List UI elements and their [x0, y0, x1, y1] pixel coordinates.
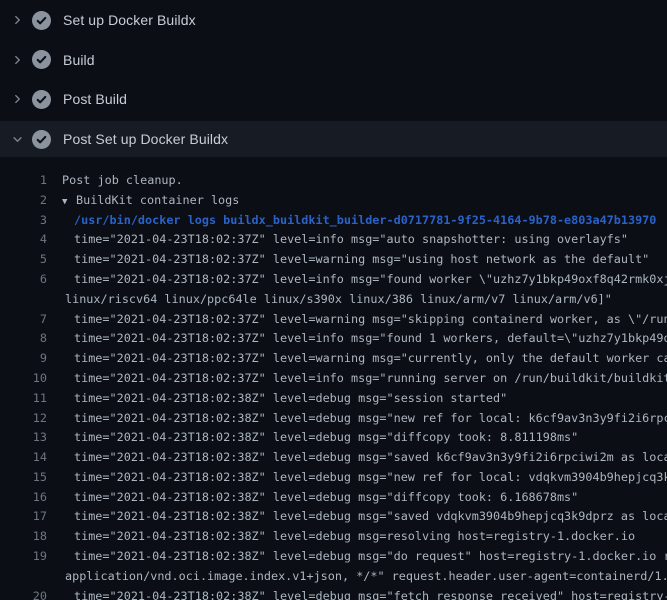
log-line-text: time="2021-04-23T18:02:38Z" level=debug …	[47, 409, 667, 429]
step-label: Set up Docker Buildx	[63, 12, 196, 28]
log-line-number[interactable]: 7	[0, 310, 47, 330]
log-line-text: time="2021-04-23T18:02:38Z" level=debug …	[47, 527, 635, 547]
log-pane: 1 Post job cleanup. 2 ▼BuildKit containe…	[0, 157, 667, 600]
log-line: 4 time="2021-04-23T18:02:37Z" level=info…	[0, 230, 667, 250]
chevron-down-icon[interactable]	[12, 133, 23, 145]
log-line-number[interactable]: 19	[0, 547, 47, 567]
log-line-number[interactable]: 17	[0, 507, 47, 527]
log-line: 3 /usr/bin/docker logs buildx_buildkit_b…	[0, 211, 667, 231]
log-line-number[interactable]	[0, 290, 47, 310]
log-line-number[interactable]: 1	[0, 171, 47, 191]
log-line-number[interactable]: 4	[0, 230, 47, 250]
log-line: 16 time="2021-04-23T18:02:38Z" level=deb…	[0, 488, 667, 508]
check-circle-icon	[32, 50, 51, 69]
log-line-number[interactable]: 12	[0, 409, 47, 429]
check-circle-icon	[32, 90, 51, 109]
log-line: 6 time="2021-04-23T18:02:37Z" level=info…	[0, 270, 667, 290]
log-line: 13 time="2021-04-23T18:02:38Z" level=deb…	[0, 428, 667, 448]
log-line: 20 time="2021-04-23T18:02:38Z" level=deb…	[0, 587, 667, 600]
actions-log-viewer: Set up Docker Buildx Build Post Build	[0, 0, 667, 600]
log-line-text: time="2021-04-23T18:02:38Z" level=debug …	[47, 507, 667, 527]
log-line-number[interactable]	[0, 567, 47, 587]
log-line-text: time="2021-04-23T18:02:37Z" level=warnin…	[47, 310, 667, 330]
log-line-text: /usr/bin/docker logs buildx_buildkit_bui…	[47, 211, 656, 231]
log-line-number[interactable]: 6	[0, 270, 47, 290]
log-line-number[interactable]: 15	[0, 468, 47, 488]
step-header-set-up-docker-buildx[interactable]: Set up Docker Buildx	[0, 2, 667, 37]
log-line-number[interactable]: 2	[0, 191, 47, 211]
log-line: 9 time="2021-04-23T18:02:37Z" level=warn…	[0, 349, 667, 369]
log-line-number[interactable]: 10	[0, 369, 47, 389]
log-line-number[interactable]: 14	[0, 448, 47, 468]
log-line: 19 time="2021-04-23T18:02:38Z" level=deb…	[0, 547, 667, 567]
log-rows: 1 Post job cleanup. 2 ▼BuildKit containe…	[0, 171, 667, 600]
step-header-post-build[interactable]: Post Build	[0, 82, 667, 117]
log-line-text: time="2021-04-23T18:02:38Z" level=debug …	[47, 488, 578, 508]
chevron-right-icon[interactable]	[12, 14, 23, 26]
log-line: 11 time="2021-04-23T18:02:38Z" level=deb…	[0, 389, 667, 409]
log-line-number[interactable]: 8	[0, 329, 47, 349]
log-line: 7 time="2021-04-23T18:02:37Z" level=warn…	[0, 310, 667, 330]
log-line-number[interactable]: 20	[0, 587, 47, 600]
chevron-right-icon[interactable]	[12, 54, 23, 66]
log-line: linux/riscv64 linux/ppc64le linux/s390x …	[0, 290, 667, 310]
log-line: 12 time="2021-04-23T18:02:38Z" level=deb…	[0, 409, 667, 429]
log-line-text: Post job cleanup.	[47, 171, 183, 191]
log-line-text: time="2021-04-23T18:02:38Z" level=debug …	[47, 428, 578, 448]
log-line-number[interactable]: 9	[0, 349, 47, 369]
log-line-text: application/vnd.oci.image.index.v1+json,…	[47, 567, 667, 587]
check-circle-icon	[32, 130, 51, 149]
log-line: 14 time="2021-04-23T18:02:38Z" level=deb…	[0, 448, 667, 468]
log-line-text: time="2021-04-23T18:02:38Z" level=debug …	[47, 587, 667, 600]
log-line-text: time="2021-04-23T18:02:37Z" level=warnin…	[47, 349, 667, 369]
log-line: application/vnd.oci.image.index.v1+json,…	[0, 567, 667, 587]
log-line-text: time="2021-04-23T18:02:38Z" level=debug …	[47, 547, 667, 567]
step-header-build[interactable]: Build	[0, 42, 667, 77]
log-line: 17 time="2021-04-23T18:02:38Z" level=deb…	[0, 507, 667, 527]
steps-list: Set up Docker Buildx Build Post Build	[0, 0, 667, 157]
step-header-post-set-up-docker-buildx[interactable]: Post Set up Docker Buildx	[0, 121, 667, 156]
step-label: Post Build	[63, 91, 127, 107]
log-line-number[interactable]: 13	[0, 428, 47, 448]
log-line: 2 ▼BuildKit container logs	[0, 191, 667, 211]
log-line-text: time="2021-04-23T18:02:38Z" level=debug …	[47, 448, 667, 468]
log-line: 18 time="2021-04-23T18:02:38Z" level=deb…	[0, 527, 667, 547]
log-line-number[interactable]: 18	[0, 527, 47, 547]
step-label: Build	[63, 52, 95, 68]
log-line: 1 Post job cleanup.	[0, 171, 667, 191]
log-line-text: time="2021-04-23T18:02:38Z" level=debug …	[47, 468, 667, 488]
log-line: 8 time="2021-04-23T18:02:37Z" level=info…	[0, 329, 667, 349]
chevron-right-icon[interactable]	[12, 93, 23, 105]
collapse-group-icon[interactable]: ▼	[62, 193, 76, 211]
log-line-text: time="2021-04-23T18:02:38Z" level=debug …	[47, 389, 507, 409]
log-line: 10 time="2021-04-23T18:02:37Z" level=inf…	[0, 369, 667, 389]
log-line-number[interactable]: 5	[0, 250, 47, 270]
log-line-text: time="2021-04-23T18:02:37Z" level=info m…	[47, 230, 628, 250]
log-line-number[interactable]: 3	[0, 211, 47, 231]
log-line-text: linux/riscv64 linux/ppc64le linux/s390x …	[47, 290, 612, 310]
log-line-text: time="2021-04-23T18:02:37Z" level=warnin…	[47, 250, 649, 270]
log-line-text: time="2021-04-23T18:02:37Z" level=info m…	[47, 369, 667, 389]
log-line-text: time="2021-04-23T18:02:37Z" level=info m…	[47, 270, 667, 290]
log-line-text: time="2021-04-23T18:02:37Z" level=info m…	[47, 329, 667, 349]
log-line: 5 time="2021-04-23T18:02:37Z" level=warn…	[0, 250, 667, 270]
check-circle-icon	[32, 11, 51, 30]
log-line-text: ▼BuildKit container logs	[47, 191, 239, 211]
log-line-number[interactable]: 16	[0, 488, 47, 508]
log-line: 15 time="2021-04-23T18:02:38Z" level=deb…	[0, 468, 667, 488]
log-line-number[interactable]: 11	[0, 389, 47, 409]
step-label: Post Set up Docker Buildx	[63, 131, 228, 147]
